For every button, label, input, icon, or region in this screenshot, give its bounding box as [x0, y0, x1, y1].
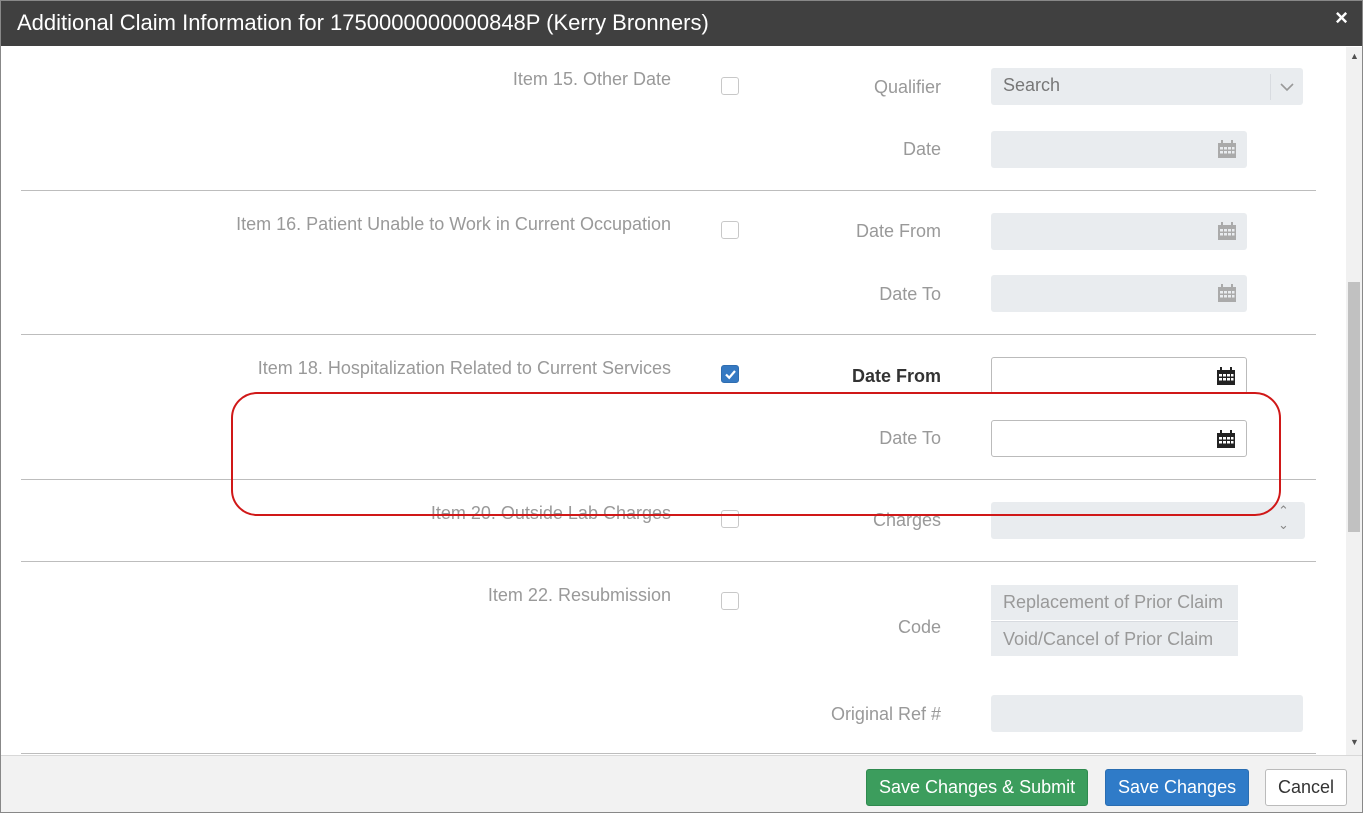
calendar-icon[interactable]: [1217, 222, 1237, 246]
item16-checkbox[interactable]: [721, 221, 739, 239]
item18-checkbox[interactable]: [721, 365, 739, 383]
item16-label: Item 16. Patient Unable to Work in Curre…: [236, 214, 671, 234]
close-icon[interactable]: ×: [1335, 5, 1348, 31]
dialog-title: Additional Claim Information for 1750000…: [17, 10, 709, 35]
code-option-void[interactable]: Void/Cancel of Prior Claim: [991, 621, 1238, 656]
item16-date-from-input[interactable]: [991, 213, 1247, 250]
item18-date-from-label: Date From: [851, 366, 941, 386]
save-button[interactable]: Save Changes: [1105, 769, 1250, 806]
divider: [21, 334, 1316, 335]
item15-qualifier-select[interactable]: Search: [991, 68, 1303, 105]
item15-qualifier-label: Qualifier: [873, 77, 941, 97]
calendar-icon[interactable]: [1217, 284, 1237, 308]
qualifier-placeholder: Search: [1003, 75, 1061, 95]
claim-info-dialog: Additional Claim Information for 1750000…: [0, 0, 1363, 813]
scroll-up-icon[interactable]: ▲: [1350, 51, 1359, 61]
dialog-titlebar: Additional Claim Information for 1750000…: [1, 1, 1362, 46]
item22-checkbox[interactable]: [721, 592, 739, 610]
cancel-button[interactable]: Cancel: [1265, 769, 1348, 806]
dialog-footer: Save Changes & Submit Save Changes Cance…: [1, 755, 1362, 812]
item18-label: Item 18. Hospitalization Related to Curr…: [257, 358, 671, 378]
save-and-submit-button[interactable]: Save Changes & Submit: [866, 769, 1089, 806]
item22-original-ref-input[interactable]: [991, 695, 1303, 732]
item22-original-ref-label: Original Ref #: [830, 704, 941, 724]
scrollbar-thumb[interactable]: [1348, 282, 1360, 532]
item16-date-to-label: Date To: [879, 284, 941, 304]
item22-code-label: Code: [897, 617, 941, 637]
chevron-down-icon[interactable]: [1270, 74, 1303, 100]
item15-label: Item 15. Other Date: [512, 69, 671, 89]
scroll-down-icon[interactable]: ▼: [1350, 737, 1359, 747]
spin-down-icon[interactable]: ⌄: [1278, 517, 1289, 533]
calendar-icon[interactable]: [1217, 140, 1237, 164]
vertical-scrollbar[interactable]: ▲ ▼: [1346, 47, 1362, 755]
code-option-replacement[interactable]: Replacement of Prior Claim: [991, 585, 1238, 620]
highlight-annotation: [231, 392, 1281, 516]
divider: [21, 561, 1316, 562]
divider: [21, 190, 1316, 191]
item22-label: Item 22. Resubmission: [487, 585, 671, 605]
item18-date-from-input[interactable]: [991, 357, 1247, 394]
item15-checkbox[interactable]: [721, 77, 739, 95]
divider: [21, 753, 1316, 754]
dialog-body: Item 15. Other Date Qualifier Search Dat…: [1, 47, 1346, 755]
item15-date-label: Date: [902, 139, 941, 159]
item15-date-input[interactable]: [991, 131, 1247, 168]
item16-date-from-label: Date From: [855, 221, 941, 241]
item16-date-to-input[interactable]: [991, 275, 1247, 312]
calendar-icon[interactable]: [1216, 367, 1236, 391]
